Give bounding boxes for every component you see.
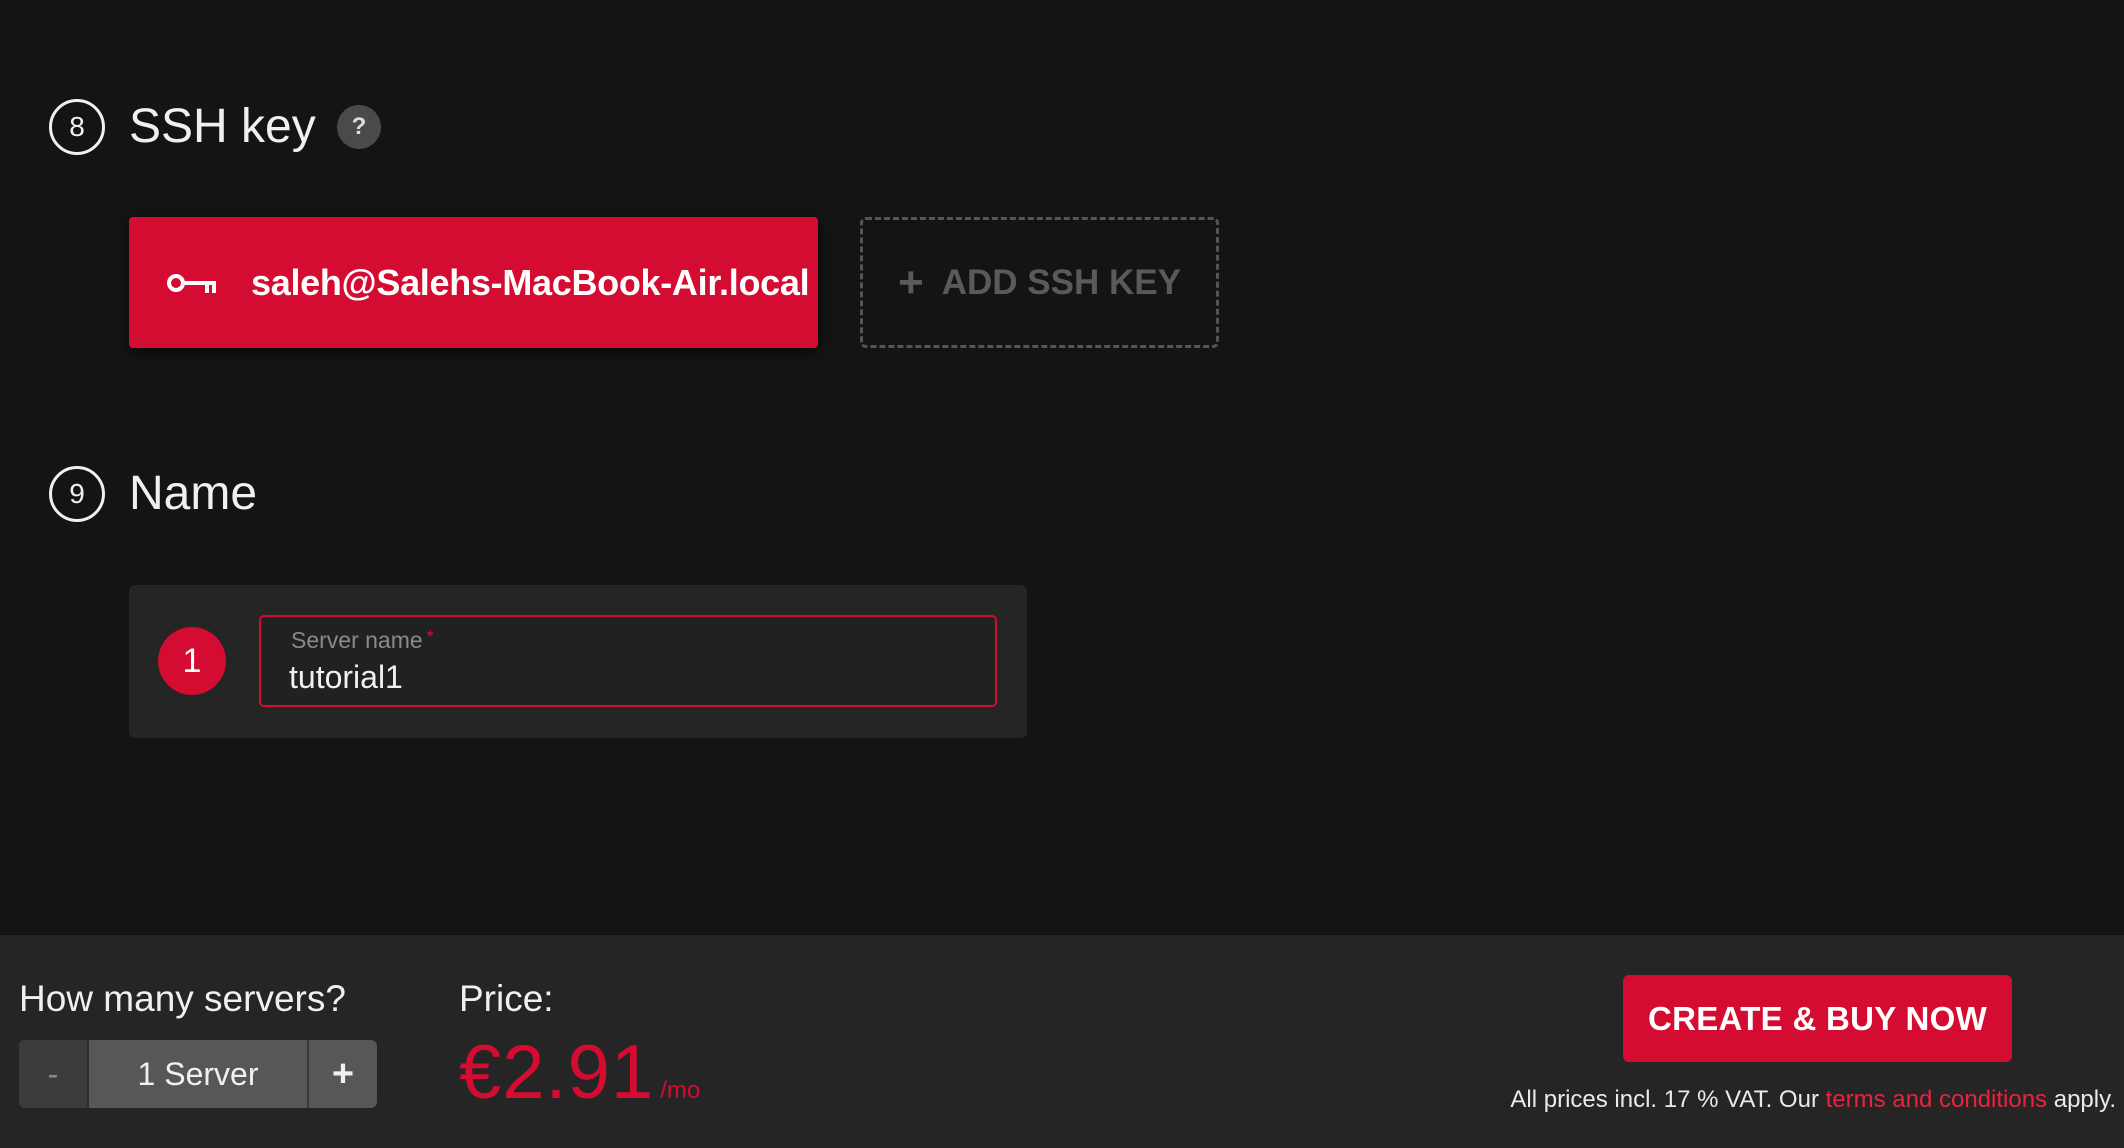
plus-icon: + — [898, 257, 924, 307]
vat-note-suffix: apply. — [2047, 1086, 2116, 1113]
step-number-9: 9 — [49, 466, 105, 522]
price-label: Price: — [459, 978, 554, 1019]
server-count-stepper: - 1 Server + — [19, 1040, 377, 1108]
server-name-input[interactable] — [289, 659, 949, 696]
price-amount: €2.91 — [459, 1030, 655, 1115]
ssh-key-card-selected[interactable]: saleh@Salehs-MacBook-Air.local — [129, 217, 818, 348]
price-display: €2.91 /mo — [459, 1030, 700, 1116]
create-and-buy-button[interactable]: CREATE & BUY NOW — [1623, 975, 2012, 1062]
server-name-label: Server name * — [291, 627, 434, 653]
add-ssh-key-button[interactable]: + ADD SSH KEY — [860, 217, 1219, 348]
price-period: /mo — [660, 1077, 701, 1104]
server-name-field[interactable]: Server name * — [259, 615, 997, 707]
vat-note: All prices incl. 17 % VAT. Our terms and… — [1510, 1086, 2116, 1114]
decrease-button[interactable]: - — [19, 1040, 89, 1108]
server-count-value: 1 Server — [89, 1040, 309, 1108]
add-ssh-key-label: ADD SSH KEY — [941, 262, 1181, 302]
ssh-key-title: SSH key — [129, 100, 316, 153]
step-number-8: 8 — [49, 99, 105, 155]
key-icon — [167, 273, 216, 293]
help-icon[interactable]: ? — [337, 105, 381, 149]
vat-note-text: All prices incl. 17 % VAT. Our — [1510, 1086, 1826, 1113]
required-mark: * — [426, 627, 434, 647]
server-count-label: How many servers? — [19, 978, 346, 1019]
terms-link[interactable]: terms and conditions — [1826, 1086, 2047, 1113]
name-title: Name — [129, 467, 258, 520]
server-index-badge: 1 — [158, 627, 226, 695]
ssh-key-name: saleh@Salehs-MacBook-Air.local — [251, 261, 810, 303]
increase-button[interactable]: + — [309, 1040, 377, 1108]
